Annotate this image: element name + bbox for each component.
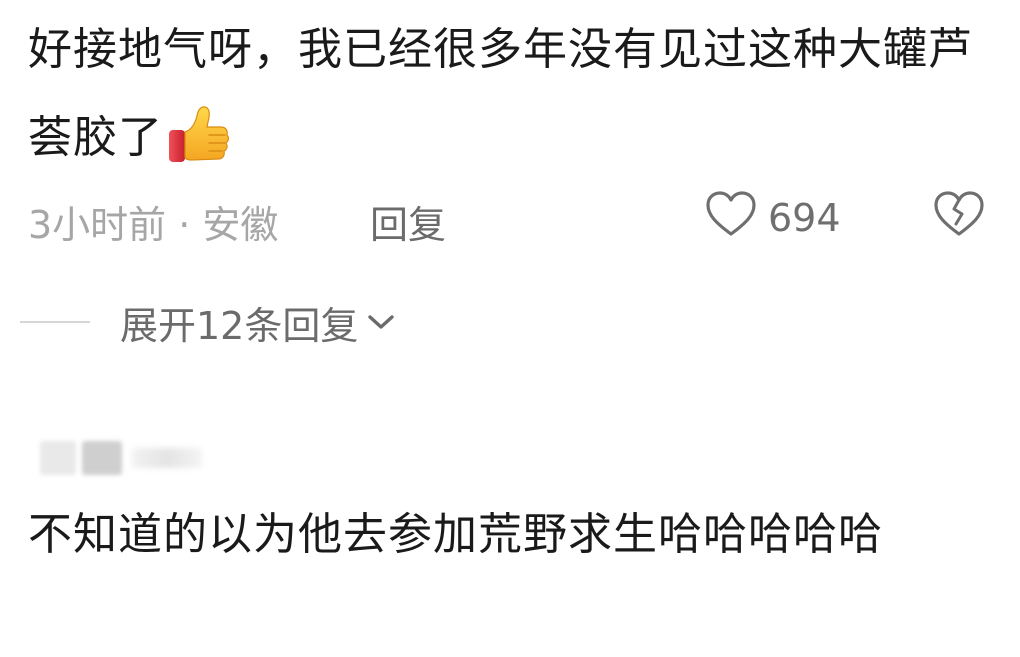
like-button[interactable]: 694 [704, 190, 841, 246]
expand-divider [20, 321, 90, 323]
reply-button[interactable]: 回复 [370, 194, 446, 249]
like-count: 694 [768, 196, 841, 240]
dislike-button[interactable] [932, 190, 986, 246]
chevron-down-icon [366, 312, 396, 336]
blurred-name-tail [132, 448, 202, 468]
comment-meta: 3小时前 · 安徽 回复 694 [28, 190, 1000, 249]
thumbs-up-emoji-icon [167, 102, 231, 166]
broken-heart-icon [932, 190, 986, 247]
blurred-avatar [40, 441, 76, 475]
comment-time-location: 3小时前 · 安徽 [28, 203, 279, 247]
heart-outline-icon [704, 190, 758, 247]
expand-replies-button[interactable]: 展开12条回复 [20, 292, 396, 352]
blurred-name-part [82, 441, 122, 475]
comment-text: 不知道的以为他去参加荒野求生哈哈哈哈哈 [28, 509, 883, 560]
blurred-username[interactable] [40, 436, 202, 480]
comment-text: 好接地气呀，我已经很多年没有见过这种大罐芦荟胶了 [28, 6, 978, 182]
expand-replies-label: 展开12条回复 [120, 303, 359, 348]
